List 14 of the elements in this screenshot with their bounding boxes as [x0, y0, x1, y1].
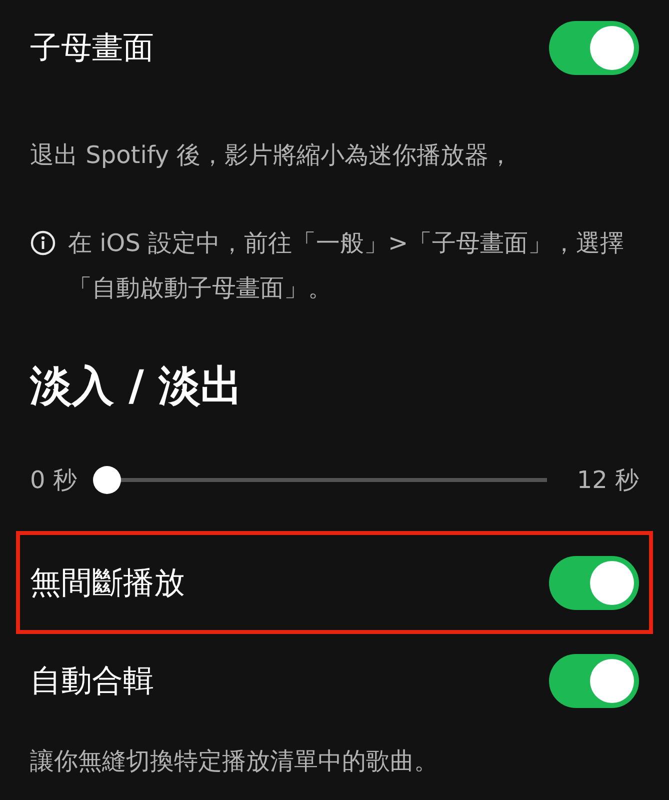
setting-label: 子母畫面	[30, 29, 154, 68]
setting-label: 無間斷播放	[30, 564, 185, 602]
description-text: 讓你無縫切換特定播放清單中的歌曲。	[30, 746, 439, 777]
toggle-switch[interactable]	[549, 556, 639, 610]
info-text: 在 iOS 設定中，前往「一般」>「子母畫面」，選擇「自動啟動子母畫面」。	[68, 228, 626, 304]
min-label: 0 秒	[30, 465, 77, 496]
toggle-switch[interactable]	[549, 654, 639, 708]
description-text: 退出 Spotify 後，影片將縮小為迷你播放器，	[30, 140, 514, 171]
slider-thumb[interactable]	[92, 466, 121, 494]
info-icon	[30, 230, 56, 256]
max-label: 12 秒	[576, 465, 639, 496]
setting-label: 自動合輯	[30, 662, 154, 701]
toggle-switch[interactable]	[549, 21, 639, 75]
section-heading: 淡入 / 淡出	[30, 361, 244, 411]
